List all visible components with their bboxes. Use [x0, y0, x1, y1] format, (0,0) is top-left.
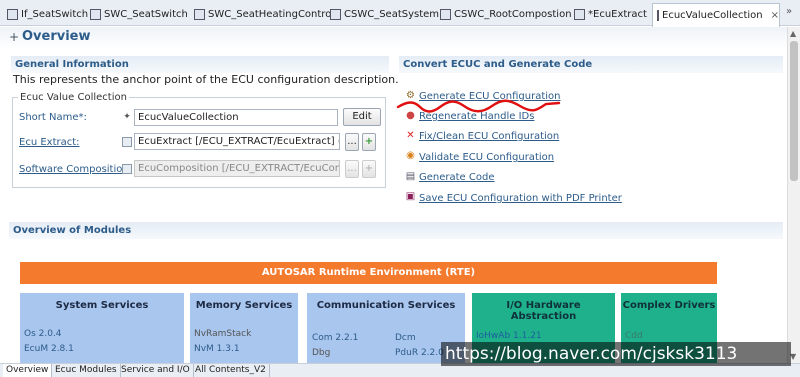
tab-service-and-io[interactable]: Service and I/O [118, 364, 194, 377]
blog-watermark: https://blog.naver.com/cjsksk3113 [441, 342, 791, 366]
extract-type-icon [122, 137, 132, 147]
scroll-up-icon[interactable]: ▲ [790, 29, 796, 38]
overview-of-modules-header[interactable]: Overview of Modules [9, 222, 783, 239]
validate-icon: ◉ [406, 150, 415, 161]
tab-ecucvaluecollection[interactable]: EcucValueCollection × [652, 3, 780, 27]
module-title: Memory Services [195, 300, 293, 311]
short-name-label: Short Name*: [19, 112, 87, 123]
fix-clean-icon: ✕ [406, 130, 415, 141]
edit-button[interactable]: Edit [343, 108, 381, 126]
tab-if-seatswitch[interactable]: If_SeatSwitch [3, 4, 88, 25]
software-composition-field[interactable]: EcuComposition [/ECU_EXTRACT/EcuCompos [134, 160, 340, 177]
tab-label: SWC_SeatHeatingControl [208, 9, 335, 20]
composition-icon [330, 9, 341, 20]
ecu-extract-link[interactable]: Ecu Extract: [19, 137, 80, 148]
tab-overview[interactable]: Overview [3, 364, 53, 377]
extract-icon [574, 9, 585, 20]
tab-swc-seatheatingcontrol[interactable]: SWC_SeatHeatingControl [190, 4, 334, 25]
rte-block[interactable]: AUTOSAR Runtime Environment (RTE) [20, 262, 717, 284]
convert-ecuc-header[interactable]: Convert ECUC and Generate Code [399, 56, 783, 73]
editor-tab-bar: If_SeatSwitch SWC_SeatSwitch SWC_SeatHea… [0, 0, 800, 27]
tab-cswc-seatsystem[interactable]: CSWC_SeatSystem [326, 4, 439, 25]
rte-label: AUTOSAR Runtime Environment (RTE) [261, 267, 476, 278]
memory-services-block[interactable]: Memory Services NvRamStack NvM 1.3.1 [190, 293, 298, 363]
tab-ecuc-modules[interactable]: Ecuc Modules [52, 364, 121, 377]
ecu-extract-browse-button[interactable]: ... [345, 133, 359, 151]
tab-overflow-button[interactable]: » [786, 6, 792, 17]
module-title: Communication Services [316, 300, 456, 311]
module-item-dcm[interactable]: Dcm [395, 333, 416, 343]
short-name-field[interactable]: EcucValueCollection [134, 109, 338, 126]
tab-all-contents-v2[interactable]: All Contents_V2 [192, 364, 270, 377]
component-icon [194, 9, 205, 20]
tab-ecuextract[interactable]: *EcuExtract [570, 4, 647, 25]
general-information-header[interactable]: General Information [11, 56, 389, 73]
required-marker-icon: ✦ [123, 112, 131, 122]
module-item-nvramstack[interactable]: NvRamStack [194, 329, 251, 339]
component-icon [90, 9, 101, 20]
tab-cswc-rootcompostion[interactable]: CSWC_RootCompostion [436, 4, 572, 25]
validate-ecu-configuration-link[interactable]: Validate ECU Configuration [419, 152, 554, 163]
tab-label: EcucValueCollection [662, 10, 763, 21]
pdf-printer-icon: ▣ [405, 191, 416, 202]
tab-label: *EcuExtract [588, 9, 647, 20]
software-composition-add-button[interactable]: + [362, 160, 376, 178]
expand-icon[interactable]: + [9, 30, 19, 44]
section-title: Convert ECUC and Generate Code [403, 59, 593, 70]
vertical-scrollbar[interactable]: ▲ ▼ [787, 27, 800, 363]
ecu-extract-field[interactable]: EcuExtract [/ECU_EXTRACT/EcuExtract] (/a… [134, 133, 340, 150]
general-description: This represents the anchor point of the … [13, 73, 399, 86]
section-title: Overview of Modules [13, 225, 132, 236]
close-icon[interactable]: × [771, 10, 779, 21]
ecu-extract-add-button[interactable]: + [362, 133, 376, 151]
module-title: System Services [55, 300, 149, 311]
module-title: Complex Drivers [622, 300, 716, 311]
composition-type-icon [122, 164, 132, 174]
module-item-pdur[interactable]: PduR 2.2.0 [395, 348, 444, 358]
tab-swc-seatswitch[interactable]: SWC_SeatSwitch [86, 4, 188, 25]
software-composition-link[interactable]: Software Composition: [19, 164, 132, 175]
interface-icon [7, 9, 18, 20]
module-item-os[interactable]: Os 2.0.4 [24, 329, 62, 339]
composition-icon [440, 9, 451, 20]
ecuc-icon [657, 10, 660, 21]
system-services-block[interactable]: System Services Os 2.0.4 EcuM 2.8.1 [20, 293, 184, 363]
tab-label: SWC_SeatSwitch [104, 9, 188, 20]
module-item-cdd[interactable]: Cdd [625, 331, 643, 341]
fix-clean-link[interactable]: Fix/Clean ECU Configuration [419, 131, 559, 142]
group-title: Ecuc Value Collection [18, 92, 129, 103]
tab-label: If_SeatSwitch [21, 9, 89, 20]
module-item-nvm[interactable]: NvM 1.3.1 [194, 344, 240, 354]
section-title: General Information [15, 59, 129, 70]
form-header [0, 27, 800, 49]
module-item-com[interactable]: Com 2.2.1 [312, 333, 358, 343]
scrollbar-thumb[interactable] [790, 41, 798, 181]
module-title: I/O Hardware Abstraction [506, 300, 581, 322]
save-pdf-link[interactable]: Save ECU Configuration with PDF Printer [419, 193, 622, 204]
page-title: Overview [22, 29, 91, 44]
tab-label: CSWC_RootCompostion [454, 9, 572, 20]
red-scribble-annotation [396, 99, 561, 113]
software-composition-browse-button[interactable]: ... [345, 160, 359, 178]
generate-code-icon: ▤ [405, 171, 416, 182]
module-item-iohwab[interactable]: IoHwAb 1.1.21 [476, 331, 542, 341]
module-item-dbg[interactable]: Dbg [312, 348, 330, 358]
module-item-ecum[interactable]: EcuM 2.8.1 [24, 344, 74, 354]
tab-label: CSWC_SeatSystem [344, 9, 440, 20]
generate-code-link[interactable]: Generate Code [419, 172, 494, 183]
